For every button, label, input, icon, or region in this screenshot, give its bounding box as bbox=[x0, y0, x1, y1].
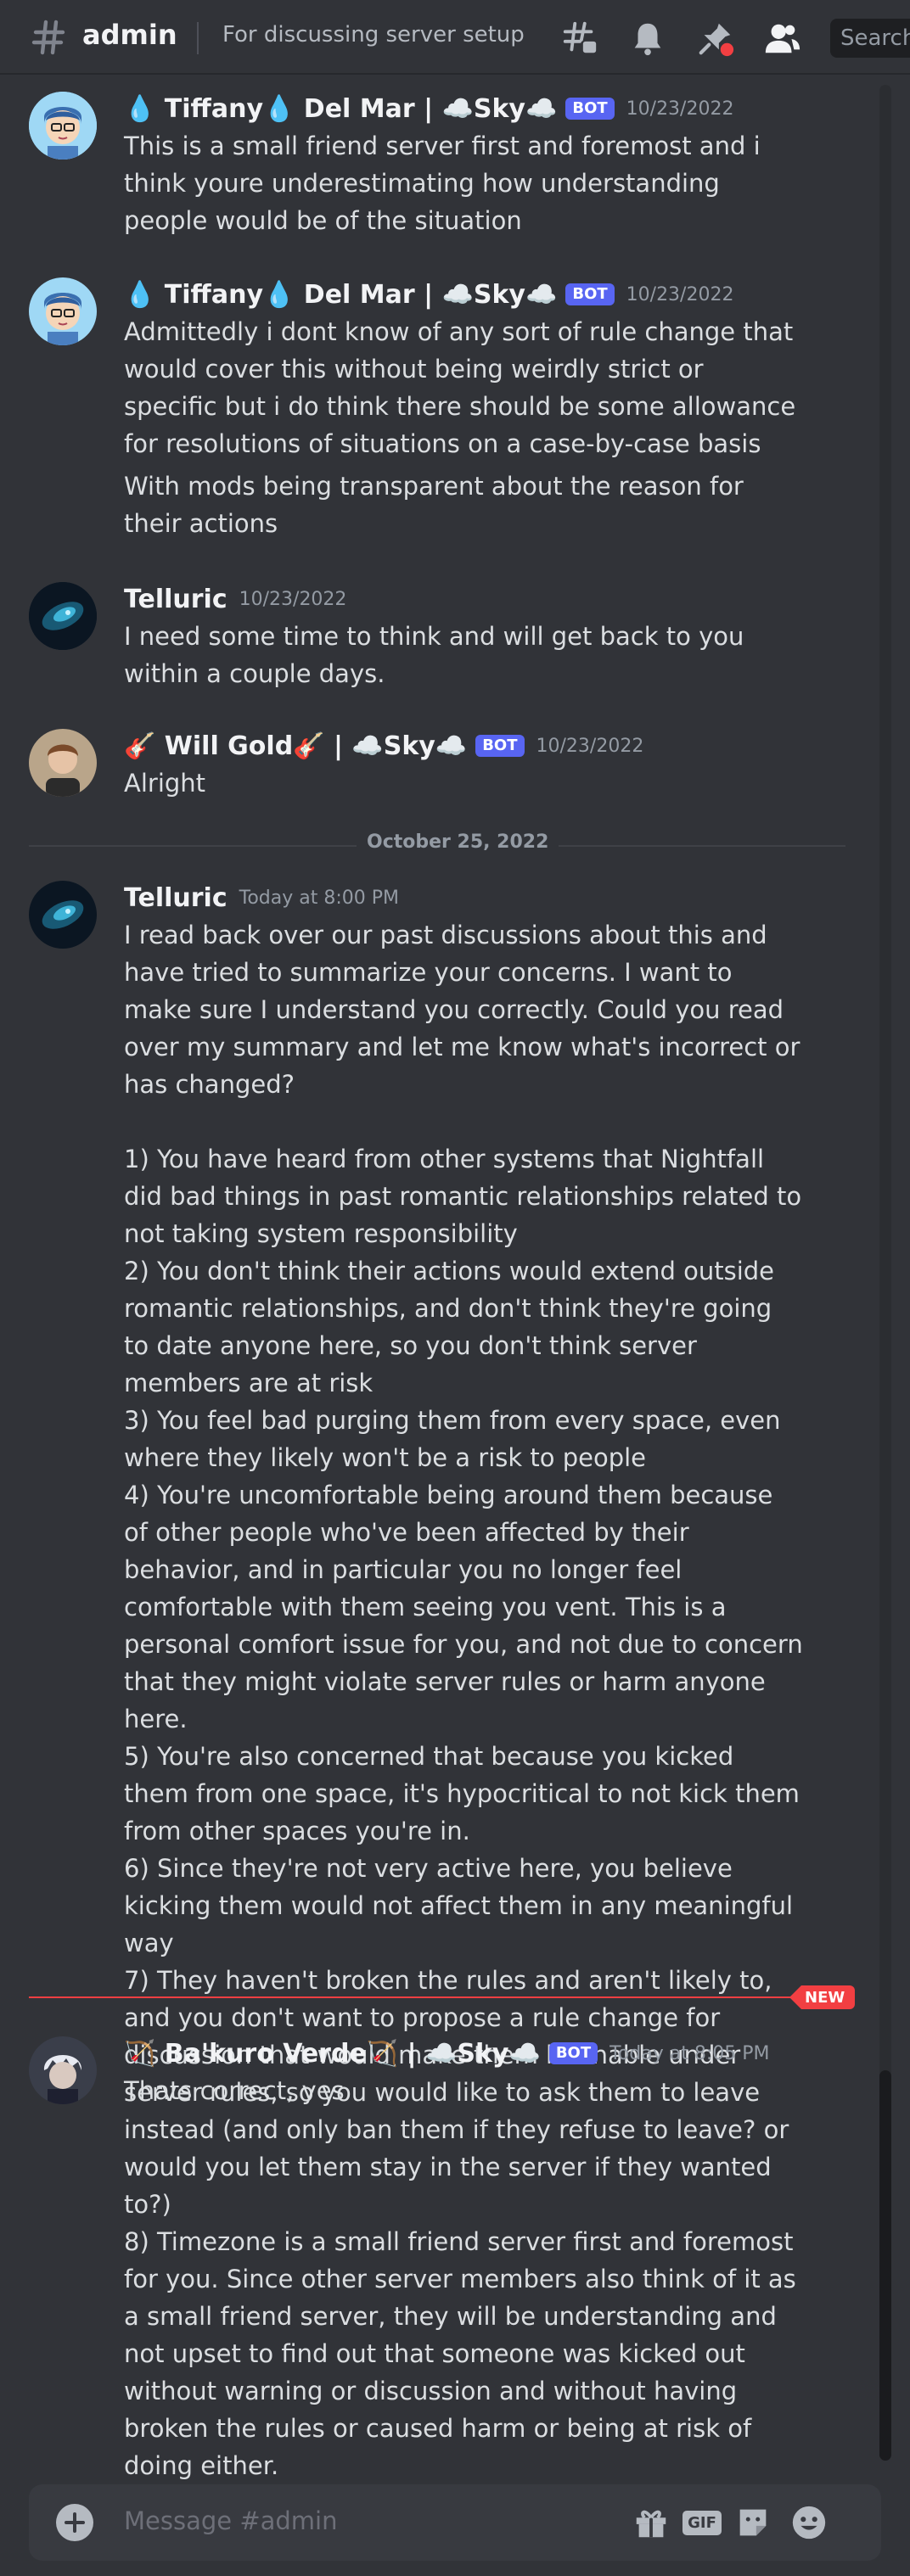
gif-label: GIF bbox=[682, 2510, 722, 2535]
message-header: Telluric 10/23/2022 bbox=[124, 582, 346, 616]
message-text: I need some time to think and will get b… bbox=[124, 622, 752, 688]
avatar[interactable] bbox=[29, 729, 97, 797]
message-composer: Message #admin GIF bbox=[29, 2484, 881, 2561]
bot-badge: BOT bbox=[565, 98, 615, 120]
message-header: 🏹 Ba'kuro Verde🏹 | ☁️Sky☁️ BOT Today at … bbox=[124, 2036, 770, 2070]
message-input[interactable]: Message #admin bbox=[124, 2506, 337, 2535]
hash-icon bbox=[31, 20, 65, 55]
avatar[interactable] bbox=[29, 277, 97, 345]
emoji-icon[interactable] bbox=[789, 2503, 829, 2542]
message-text: With mods being transparent about the re… bbox=[124, 472, 752, 538]
members-icon[interactable] bbox=[762, 19, 801, 58]
channel-header: admin For discussing server setup Search bbox=[0, 0, 910, 75]
timestamp: Today at 8:05 PM bbox=[609, 2042, 770, 2064]
plus-icon[interactable] bbox=[56, 2504, 93, 2541]
new-badge: NEW bbox=[789, 1985, 856, 2009]
timestamp: 10/23/2022 bbox=[626, 98, 734, 120]
sticker-icon[interactable] bbox=[733, 2503, 772, 2542]
message-text: Alright bbox=[124, 769, 206, 798]
channel-topic[interactable]: For discussing server setup bbox=[222, 22, 525, 48]
username[interactable]: 💧 Tiffany💧 Del Mar | ☁️Sky☁️ bbox=[124, 280, 557, 310]
avatar-tiffany-icon bbox=[29, 277, 97, 345]
message-text: Admittedly i dont know of any sort of ru… bbox=[124, 317, 804, 458]
timestamp: 10/23/2022 bbox=[626, 283, 734, 305]
username[interactable]: 🎸 Will Gold🎸 | ☁️Sky☁️ bbox=[124, 731, 467, 761]
message-text: This is a small friend server first and … bbox=[124, 132, 768, 235]
plus-glyph bbox=[65, 2512, 85, 2533]
scrollbar-thumb[interactable] bbox=[879, 2070, 891, 2461]
username[interactable]: 💧 Tiffany💧 Del Mar | ☁️Sky☁️ bbox=[124, 94, 557, 124]
message-header: 💧 Tiffany💧 Del Mar | ☁️Sky☁️ BOT 10/23/2… bbox=[124, 92, 733, 126]
avatar-tiffany-icon bbox=[29, 92, 97, 160]
username[interactable]: Telluric bbox=[124, 883, 228, 913]
username[interactable]: Telluric bbox=[124, 585, 228, 614]
avatar-telluric-icon bbox=[29, 582, 97, 650]
date-divider-label: October 25, 2022 bbox=[357, 832, 559, 853]
timestamp: 10/23/2022 bbox=[536, 735, 644, 757]
bot-badge: BOT bbox=[565, 283, 615, 305]
new-messages-divider bbox=[29, 1996, 845, 1998]
timestamp: Today at 8:00 PM bbox=[239, 887, 399, 909]
pin-icon[interactable] bbox=[696, 19, 735, 58]
timestamp: 10/23/2022 bbox=[239, 588, 347, 610]
message-header: Telluric Today at 8:00 PM bbox=[124, 881, 399, 915]
message-header: 💧 Tiffany💧 Del Mar | ☁️Sky☁️ BOT 10/23/2… bbox=[124, 277, 733, 311]
avatar-bakuro-icon bbox=[29, 2036, 97, 2104]
avatar[interactable] bbox=[29, 92, 97, 160]
avatar[interactable] bbox=[29, 582, 97, 650]
message-text: I read back over our past discussions ab… bbox=[124, 921, 803, 2480]
header-separator bbox=[197, 22, 199, 54]
message-text: Thats correct, yes bbox=[124, 2076, 345, 2105]
gif-icon[interactable]: GIF bbox=[682, 2503, 722, 2542]
channel-title: admin bbox=[82, 19, 177, 51]
search-input[interactable]: Search bbox=[830, 19, 910, 58]
avatar[interactable] bbox=[29, 2036, 97, 2104]
threads-icon[interactable] bbox=[560, 19, 599, 58]
username[interactable]: 🏹 Ba'kuro Verde🏹 | ☁️Sky☁️ bbox=[124, 2039, 541, 2069]
message-header: 🎸 Will Gold🎸 | ☁️Sky☁️ BOT 10/23/2022 bbox=[124, 729, 643, 763]
bell-icon[interactable] bbox=[628, 19, 667, 58]
avatar-telluric-icon bbox=[29, 881, 97, 949]
avatar[interactable] bbox=[29, 881, 97, 949]
bot-badge: BOT bbox=[548, 2042, 598, 2064]
avatar-will-icon bbox=[29, 729, 97, 797]
bot-badge: BOT bbox=[475, 735, 525, 757]
gift-icon[interactable] bbox=[632, 2503, 671, 2542]
